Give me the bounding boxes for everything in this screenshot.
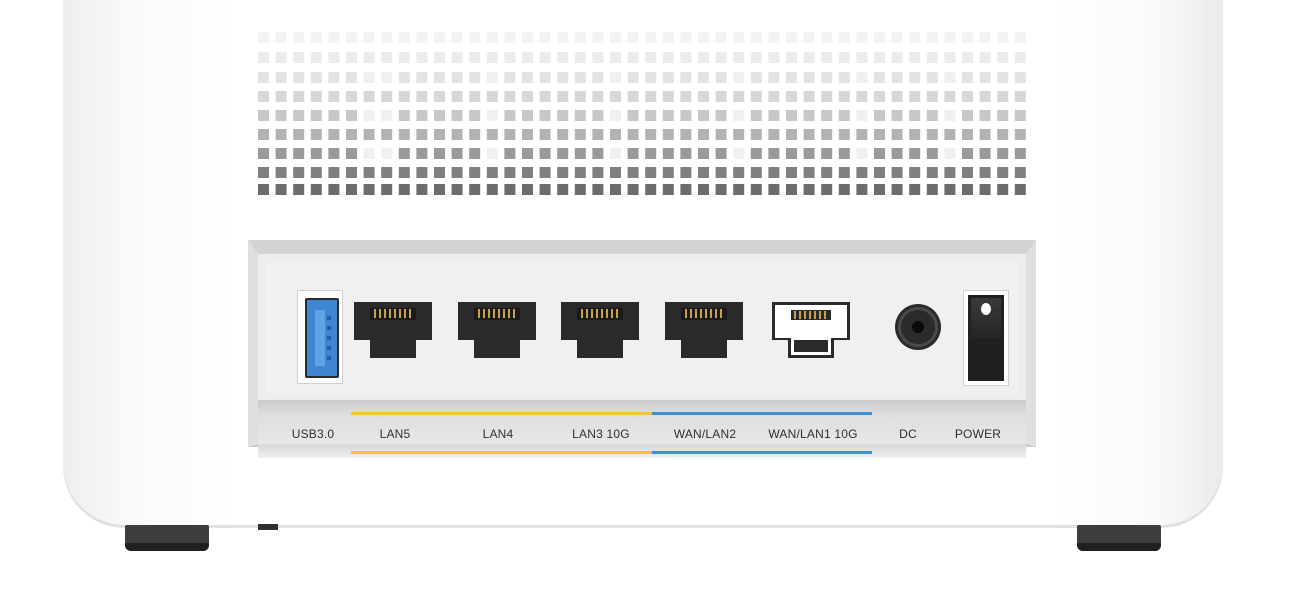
- ethernet-port-wan-lan2[interactable]: [665, 302, 743, 358]
- label-wan-lan1: WAN/LAN1 10G: [768, 427, 858, 441]
- power-switch[interactable]: [963, 290, 1009, 386]
- label-usb: USB3.0: [291, 427, 335, 441]
- ethernet-port-wan-lan1[interactable]: [772, 302, 850, 358]
- label-dc: DC: [899, 427, 917, 441]
- label-lan5: LAN5: [379, 427, 411, 441]
- ethernet-port-lan5[interactable]: [354, 302, 432, 358]
- lan-accent-bar-bottom: [351, 451, 652, 454]
- ethernet-port-lan3[interactable]: [561, 302, 639, 358]
- wan-accent-bar-bottom: [652, 451, 872, 454]
- label-lan3: LAN3 10G: [572, 427, 630, 441]
- bottom-notch: [258, 524, 278, 530]
- label-power: POWER: [954, 427, 1002, 441]
- dc-jack-icon[interactable]: [895, 304, 941, 350]
- label-wan-lan2: WAN/LAN2: [673, 427, 737, 441]
- wan-accent-bar-top: [652, 412, 872, 415]
- left-foot: [125, 525, 209, 551]
- power-switch-icon: [968, 295, 1004, 381]
- ethernet-port-lan4[interactable]: [458, 302, 536, 358]
- usb-port[interactable]: [297, 290, 343, 384]
- usb-port-icon: [305, 298, 339, 378]
- lan-accent-bar-top: [351, 412, 652, 415]
- port-panel: USB3.0 LAN5 LAN4 LAN3 10G WAN/LAN2 WAN/L…: [248, 240, 1036, 458]
- label-lan4: LAN4: [482, 427, 514, 441]
- right-foot: [1077, 525, 1161, 551]
- vent-grille: [258, 32, 1026, 195]
